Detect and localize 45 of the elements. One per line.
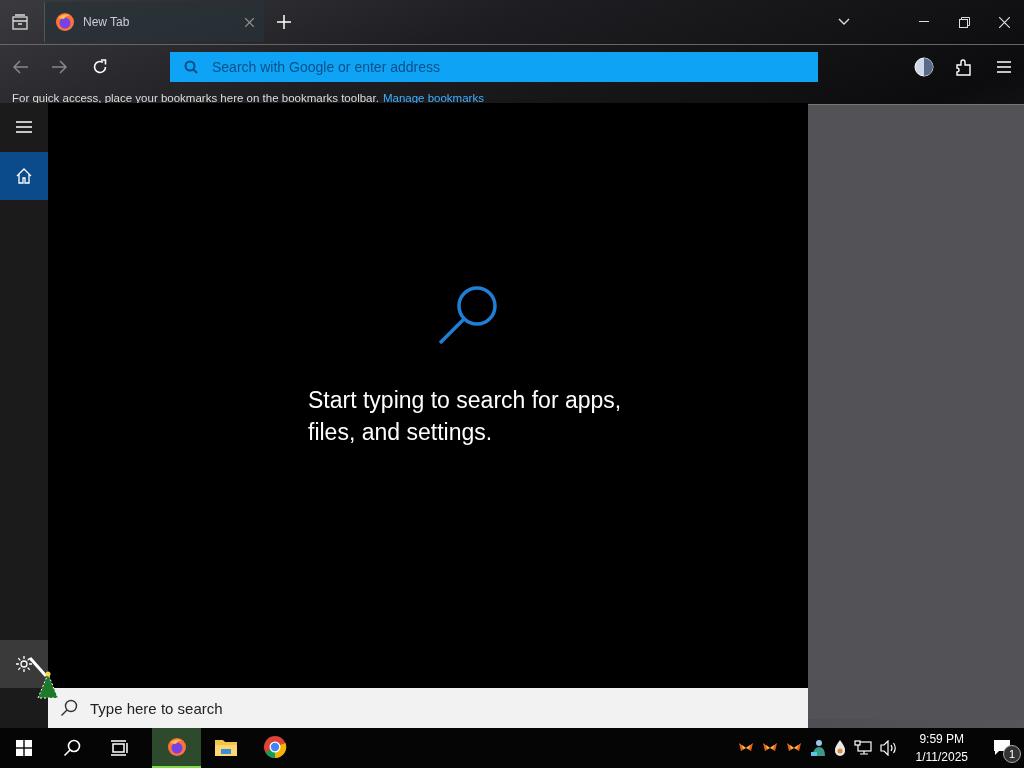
puzzle-icon — [956, 58, 972, 76]
arrow-left-icon — [12, 60, 28, 74]
reload-icon — [92, 59, 108, 75]
close-icon[interactable] — [245, 17, 254, 27]
firefox-icon — [55, 12, 75, 32]
bookmarks-hint: For quick access, place your bookmarks here on the bookmarks toolbar. — [12, 92, 379, 104]
home-button[interactable] — [0, 152, 48, 200]
chrome-icon — [262, 735, 287, 759]
clock[interactable]: 9:59 PM 1/11/2025 — [903, 728, 980, 768]
minimize-icon — [919, 21, 929, 23]
browser-tab[interactable]: New Tab — [44, 2, 264, 42]
task-view-icon — [111, 740, 129, 756]
search-box[interactable]: Type here to search — [48, 688, 808, 728]
home-icon — [16, 168, 32, 184]
chevron-down-icon — [838, 18, 850, 26]
restore-icon — [958, 16, 970, 28]
network-icon — [853, 740, 872, 756]
menu-icon — [16, 121, 32, 133]
settings-icon — [15, 655, 33, 673]
settings-button[interactable] — [0, 640, 48, 688]
windows-logo-icon — [16, 740, 32, 756]
address-input[interactable]: Search with Google or enter address — [210, 58, 804, 76]
address-bar[interactable]: Search with Google or enter address — [170, 52, 818, 82]
manage-bookmarks-link[interactable]: Manage bookmarks — [382, 92, 484, 104]
search-icon — [63, 739, 81, 757]
firefox-icon — [166, 737, 187, 757]
search-icon — [184, 60, 198, 74]
search-input[interactable]: Type here to search — [88, 698, 808, 718]
folder-icon — [213, 737, 238, 757]
clock-time: 9:59 PM — [919, 731, 965, 748]
notification-count: 1 — [1003, 745, 1021, 763]
volume-icon — [879, 740, 898, 756]
notifications-button[interactable]: 1 — [980, 728, 1024, 768]
close-icon — [998, 16, 1010, 28]
clock-date: 1/11/2025 — [915, 749, 968, 766]
menu-icon — [997, 61, 1011, 73]
empty-search-message: Start typing to search for apps, files, and settings. — [308, 385, 623, 447]
tray-icon — [12, 14, 28, 30]
plus-icon — [277, 15, 291, 29]
person-icon — [809, 739, 826, 757]
half-circle-icon — [914, 57, 934, 77]
droplet-icon — [833, 740, 846, 756]
search-icon — [437, 283, 499, 346]
arrow-right-icon — [52, 60, 68, 74]
search-icon — [60, 699, 78, 717]
